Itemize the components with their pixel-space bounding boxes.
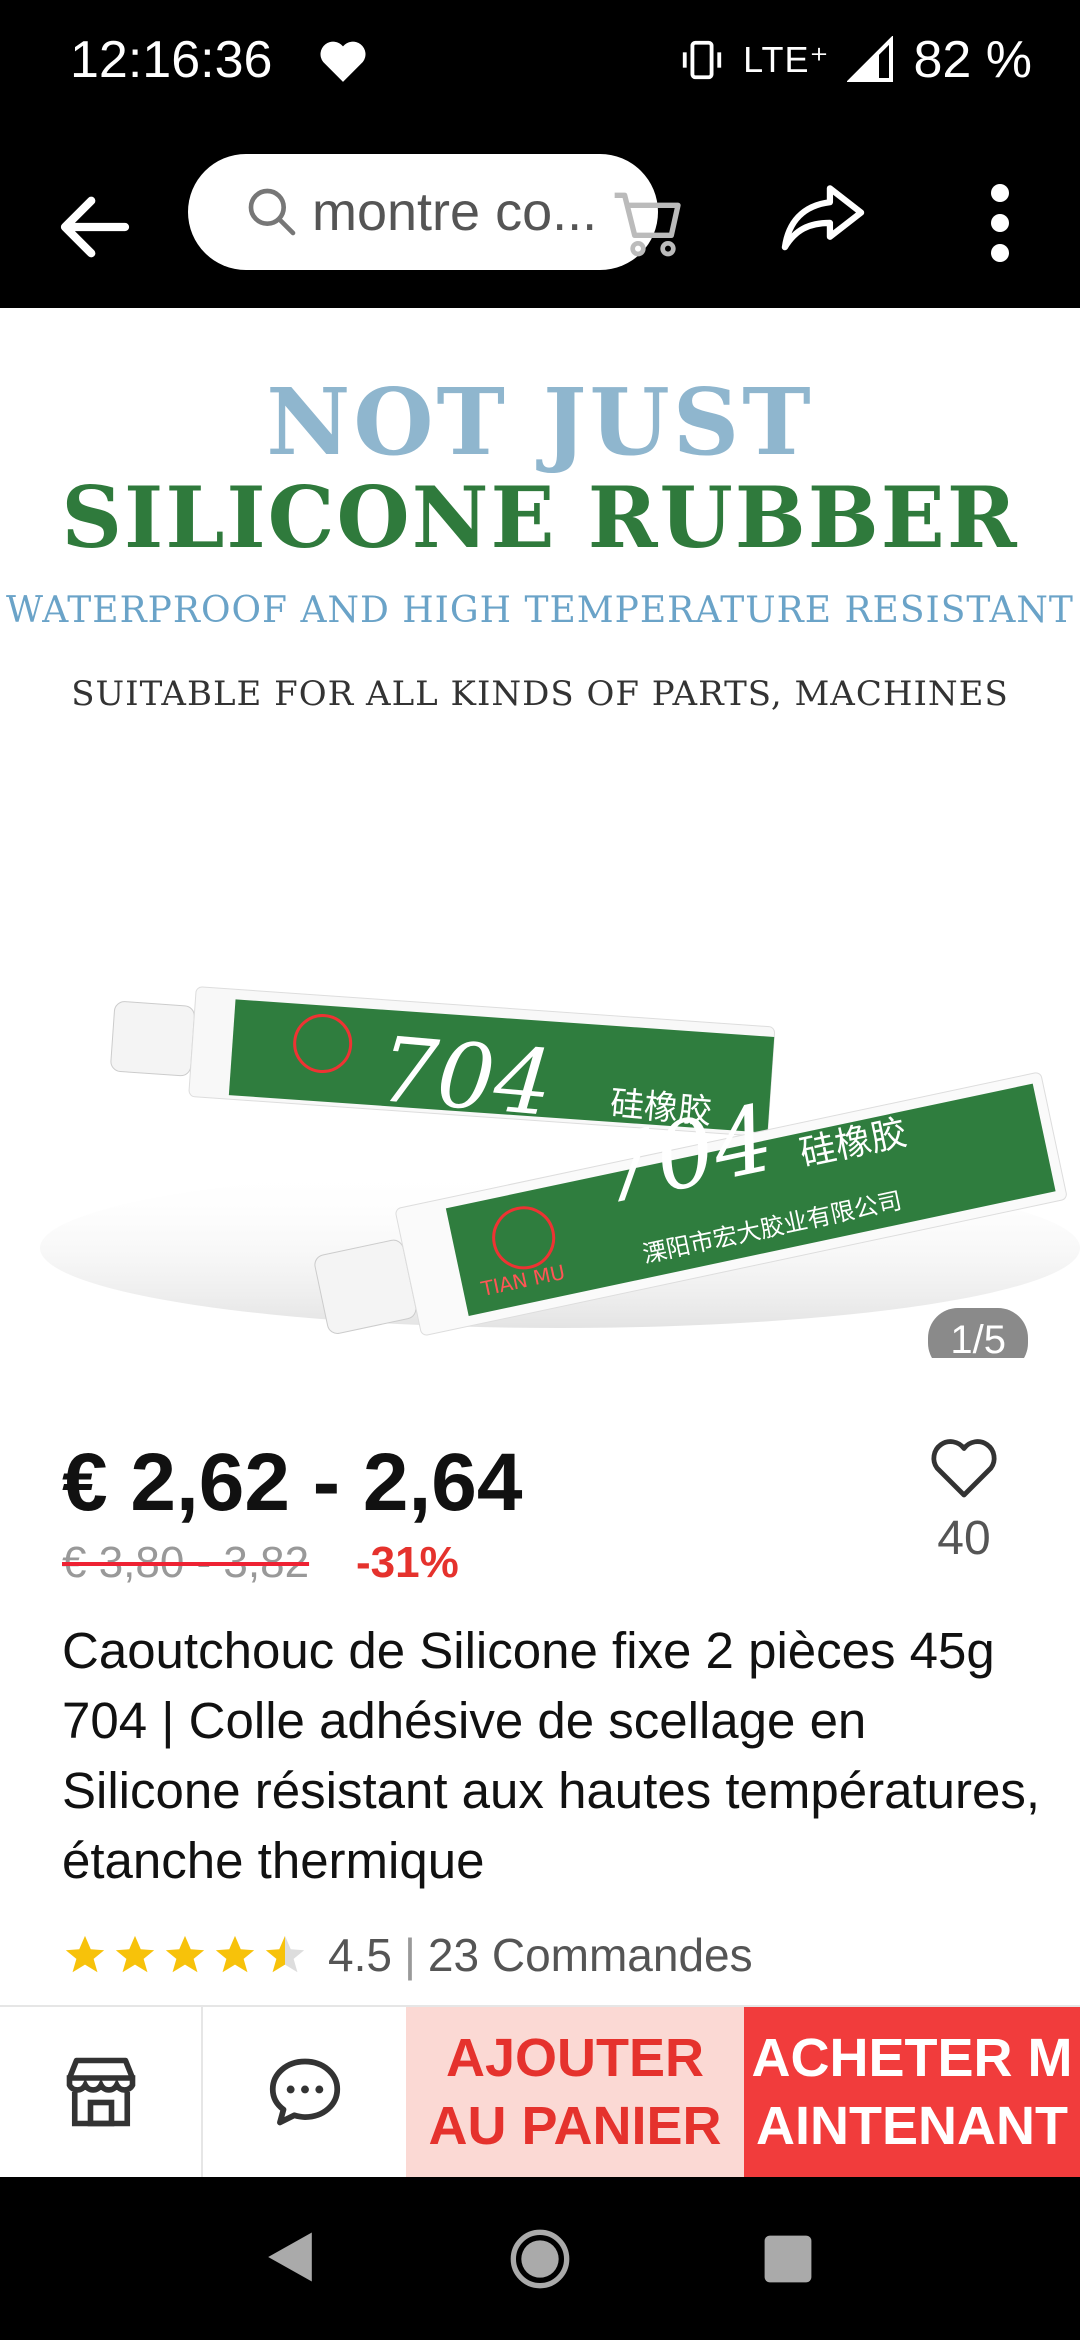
chat-button[interactable] (203, 2007, 406, 2177)
hero-headline-1: NOT JUST (266, 368, 814, 476)
nav-home-icon[interactable] (508, 2227, 572, 2291)
product-info: € 2,62 - 2,64 € 3,80 - 3,82 -31% 40 Caou… (0, 1358, 1080, 2005)
star-icon (165, 1935, 205, 1973)
more-vert-icon[interactable] (970, 178, 1030, 268)
search-query: montre co... (312, 182, 598, 242)
product-image-carousel[interactable]: NOT JUST SILICONE RUBBER WATERPROOF AND … (0, 308, 1080, 1358)
search-input[interactable]: montre co... (188, 154, 658, 270)
store-button[interactable] (0, 2007, 203, 2177)
image-page-indicator: 1/5 (928, 1308, 1028, 1358)
system-nav-bar (0, 2177, 1080, 2340)
original-price: € 3,80 - 3,82 (62, 1538, 310, 1587)
app-bar: montre co... (0, 120, 1080, 308)
back-arrow-icon[interactable] (50, 182, 140, 272)
nav-back-icon[interactable] (262, 2227, 318, 2287)
hero-subtitle: WATERPROOF AND HIGH TEMPERATURE RESISTAN… (6, 590, 1074, 631)
silicone-tubes-illustration: 704 硅橡胶 704 硅橡胶 溧阳市宏大胶业有限公司 TIAN MU (40, 986, 1080, 1336)
rating-stars (62, 1932, 308, 1978)
star-icon (215, 1935, 255, 1973)
wishlist-button[interactable]: 40 (922, 1434, 1006, 1574)
share-icon[interactable] (778, 176, 868, 256)
search-icon (248, 188, 296, 236)
vibrate-icon (682, 40, 722, 80)
star-icon (115, 1935, 155, 1973)
bottom-action-bar: AJOUTER AU PANIER ACHETER M AINTENANT (0, 2005, 1080, 2177)
cart-icon[interactable] (608, 182, 688, 262)
tube-number-back: 704 (376, 1017, 556, 1137)
heart-outline-icon (931, 1439, 997, 1498)
nav-recents-icon[interactable] (762, 2233, 814, 2285)
discount-badge: -31% (356, 1538, 459, 1587)
status-bar: 12:16:36 LTE⁺ 82 % (0, 0, 1080, 120)
hero-headline-2: SILICONE RUBBER (61, 468, 1019, 567)
wishlist-count: 40 (937, 1512, 991, 1565)
star-half-icon (265, 1935, 305, 1973)
chat-icon (269, 2058, 340, 2126)
store-icon (66, 2057, 135, 2127)
product-title: Caoutchouc de Silicone fixe 2 pièces 45g… (62, 1622, 1041, 1889)
rating-value: 4.5 (328, 1929, 392, 1981)
status-right: LTE⁺ 82 % (679, 30, 1032, 90)
buy-now-button[interactable]: ACHETER M AINTENANT (744, 2007, 1080, 2177)
hero-caption: SUITABLE FOR ALL KINDS OF PARTS, MACHINE… (71, 674, 1009, 714)
rating-row[interactable]: 4.5 | 23 Commandes (62, 1928, 753, 1982)
status-time: 12:16:36 (70, 31, 273, 89)
orders-count: 23 Commandes (427, 1929, 753, 1981)
heart-icon (320, 41, 366, 82)
rating-separator: | (403, 1929, 416, 1981)
battery-level: 82 % (913, 31, 1032, 89)
price: € 2,62 - 2,64 (62, 1437, 523, 1528)
signal-icon (847, 36, 894, 82)
network-type: LTE⁺ (743, 39, 830, 80)
star-icon (65, 1935, 105, 1973)
add-to-cart-button[interactable]: AJOUTER AU PANIER (406, 2007, 744, 2177)
